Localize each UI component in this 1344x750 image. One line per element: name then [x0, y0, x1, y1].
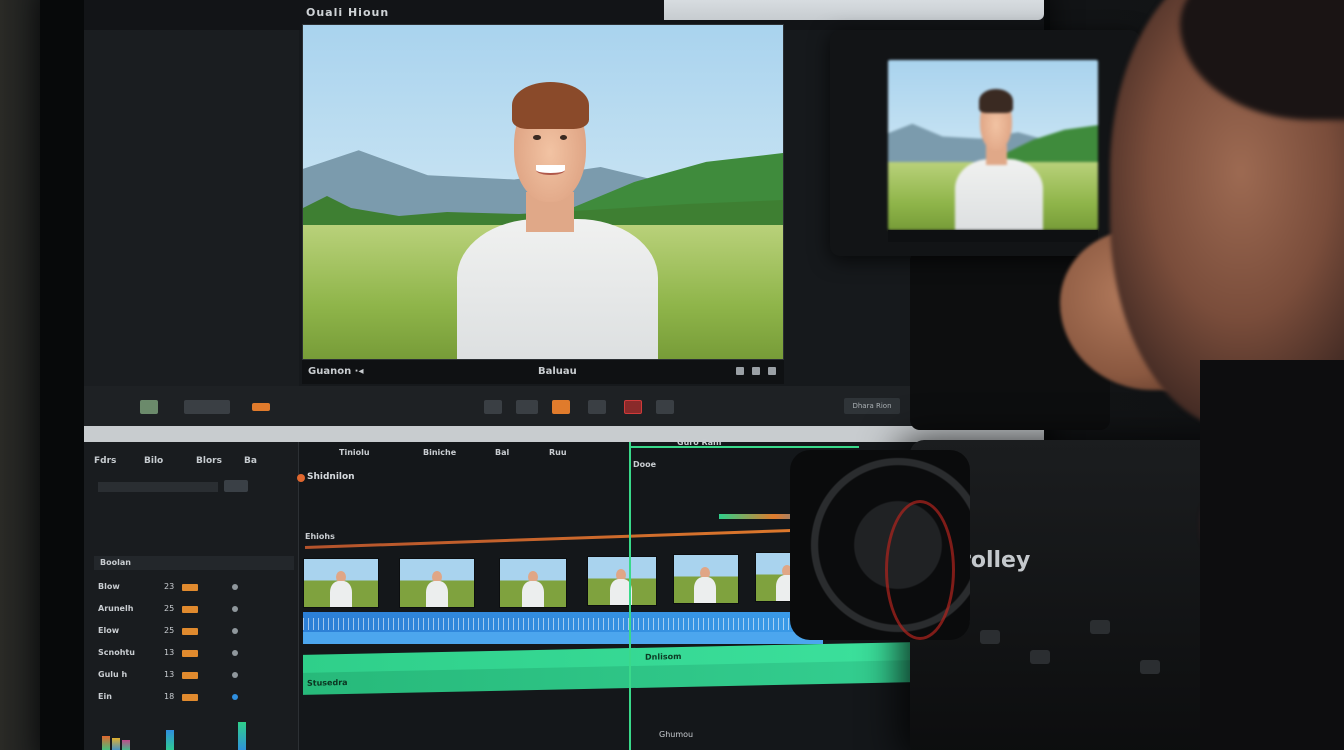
- panel-tab[interactable]: [184, 400, 230, 414]
- track-label: Ehiohs: [305, 532, 335, 541]
- channel-value: 23: [164, 582, 175, 591]
- channel-level-bar[interactable]: [182, 628, 198, 635]
- ruler-label: Biniche: [423, 448, 457, 457]
- ruler-label: Tiniolu: [339, 448, 370, 457]
- channel-name[interactable]: Scnohtu: [98, 648, 135, 660]
- audio-waveform: [303, 618, 823, 630]
- subject-eye-left: [533, 135, 541, 141]
- channel-value: 13: [164, 670, 175, 679]
- video-clip[interactable]: [587, 556, 657, 606]
- step-forward-icon[interactable]: [588, 400, 606, 414]
- channel-dot[interactable]: [232, 584, 238, 590]
- audio-meter: [166, 730, 174, 750]
- field-monitor-status-bar: [888, 230, 1098, 242]
- field-monitor-screen: [888, 60, 1098, 230]
- scene: Ouali Hioun Guanon ·◂ Baluau Dhara Rion …: [0, 0, 1344, 750]
- camera-brand: rolley: [960, 548, 1031, 573]
- channel-dot[interactable]: [232, 628, 238, 634]
- music-clip-label-2: Stusedra: [307, 677, 348, 688]
- audio-meters: [98, 712, 278, 750]
- pause-icon[interactable]: [752, 367, 760, 375]
- camera-button: [1140, 660, 1160, 674]
- channel-level-bar[interactable]: [182, 650, 198, 657]
- ruler-label: Ruu: [549, 448, 567, 457]
- filter-button[interactable]: [224, 480, 248, 492]
- playhead[interactable]: [629, 442, 631, 750]
- video-clip[interactable]: [399, 558, 475, 608]
- channel-dot[interactable]: [232, 672, 238, 678]
- music-clip-label: Dnlisom: [645, 651, 682, 662]
- viewer-status-bar: Guanon ·◂ Baluau: [302, 360, 784, 384]
- channel-level-bar[interactable]: [182, 584, 198, 591]
- timeline-left-panel: Fdrs Bilo Blors Ba Boolan Blow 23 Arunel…: [84, 442, 299, 750]
- viewer-frame: [302, 24, 784, 360]
- fm-subject-shirt: [955, 158, 1044, 230]
- operator-shoulder: [1200, 360, 1344, 750]
- app-title: Ouali Hioun: [306, 6, 390, 19]
- channel-name[interactable]: Gulu h: [98, 670, 127, 682]
- camera-button: [980, 630, 1000, 644]
- panel-toggle-icon[interactable]: [140, 400, 158, 414]
- play-reverse-icon[interactable]: [516, 400, 538, 414]
- channel-dot[interactable]: [232, 650, 238, 656]
- viewer-clip-label: Baluau: [538, 366, 577, 377]
- field-monitor: [830, 30, 1140, 256]
- audio-track-2[interactable]: [303, 632, 823, 644]
- transport-mode-button[interactable]: Dhara Rion: [844, 398, 900, 414]
- audio-meter: [112, 738, 120, 750]
- tl-menu-item[interactable]: Fdrs: [94, 456, 116, 466]
- audio-meter: [102, 736, 110, 750]
- channel-header: Boolan: [94, 556, 294, 570]
- channel-name[interactable]: Arunelh: [98, 604, 133, 616]
- step-back-icon[interactable]: [484, 400, 502, 414]
- video-clip[interactable]: [303, 558, 379, 608]
- audio-keyframe-line[interactable]: [304, 527, 825, 549]
- lens-ring: [885, 500, 955, 640]
- viewer-timecode-label: Guanon ·◂: [308, 366, 364, 377]
- audio-meter: [122, 740, 130, 750]
- playhead-label: Dooe: [633, 460, 657, 469]
- play-icon[interactable]: [736, 367, 744, 375]
- search-field[interactable]: [98, 482, 218, 492]
- fm-subject-hair: [979, 88, 1013, 113]
- camera-lens: [790, 450, 970, 640]
- media-panel: [84, 30, 299, 400]
- channel-name[interactable]: Elow: [98, 626, 119, 638]
- viewer-controls: [736, 367, 776, 375]
- channel-value: 25: [164, 604, 175, 613]
- record-icon[interactable]: [768, 367, 776, 375]
- channel-value: 13: [164, 648, 175, 657]
- subject-shirt: [456, 218, 659, 359]
- tl-menu-item[interactable]: Bilo: [144, 456, 163, 466]
- marker-icon[interactable]: [252, 403, 270, 411]
- video-clip[interactable]: [673, 554, 739, 604]
- top-window-strip: [664, 0, 1044, 20]
- channel-name[interactable]: Blow: [98, 582, 120, 594]
- play-icon[interactable]: [552, 400, 570, 414]
- channel-level-bar[interactable]: [182, 672, 198, 679]
- channel-value: 18: [164, 692, 175, 701]
- audio-meter: [238, 722, 246, 750]
- ruler-label: Bal: [495, 448, 510, 457]
- subject-hair: [511, 81, 589, 129]
- camera-button: [1090, 620, 1110, 634]
- tl-menu-item[interactable]: Blors: [196, 456, 222, 466]
- channel-name[interactable]: Ein: [98, 692, 112, 704]
- program-viewer[interactable]: Guanon ·◂ Baluau: [302, 24, 784, 384]
- video-track[interactable]: [303, 552, 833, 618]
- video-clip[interactable]: [499, 558, 567, 608]
- track-title: Shidnilon: [307, 472, 355, 482]
- track-record-icon[interactable]: [297, 474, 305, 482]
- tl-menu-item[interactable]: Ba: [244, 456, 257, 466]
- record-button-icon[interactable]: [624, 400, 642, 414]
- channel-level-bar[interactable]: [182, 694, 198, 701]
- channel-level-bar[interactable]: [182, 606, 198, 613]
- channel-dot[interactable]: [232, 606, 238, 612]
- loop-icon[interactable]: [656, 400, 674, 414]
- channel-value: 25: [164, 626, 175, 635]
- channel-section-label: Boolan: [100, 558, 131, 567]
- camera-button: [1030, 650, 1050, 664]
- channel-dot-active[interactable]: [232, 694, 238, 700]
- timeline-bottom-label: Ghumou: [659, 730, 694, 739]
